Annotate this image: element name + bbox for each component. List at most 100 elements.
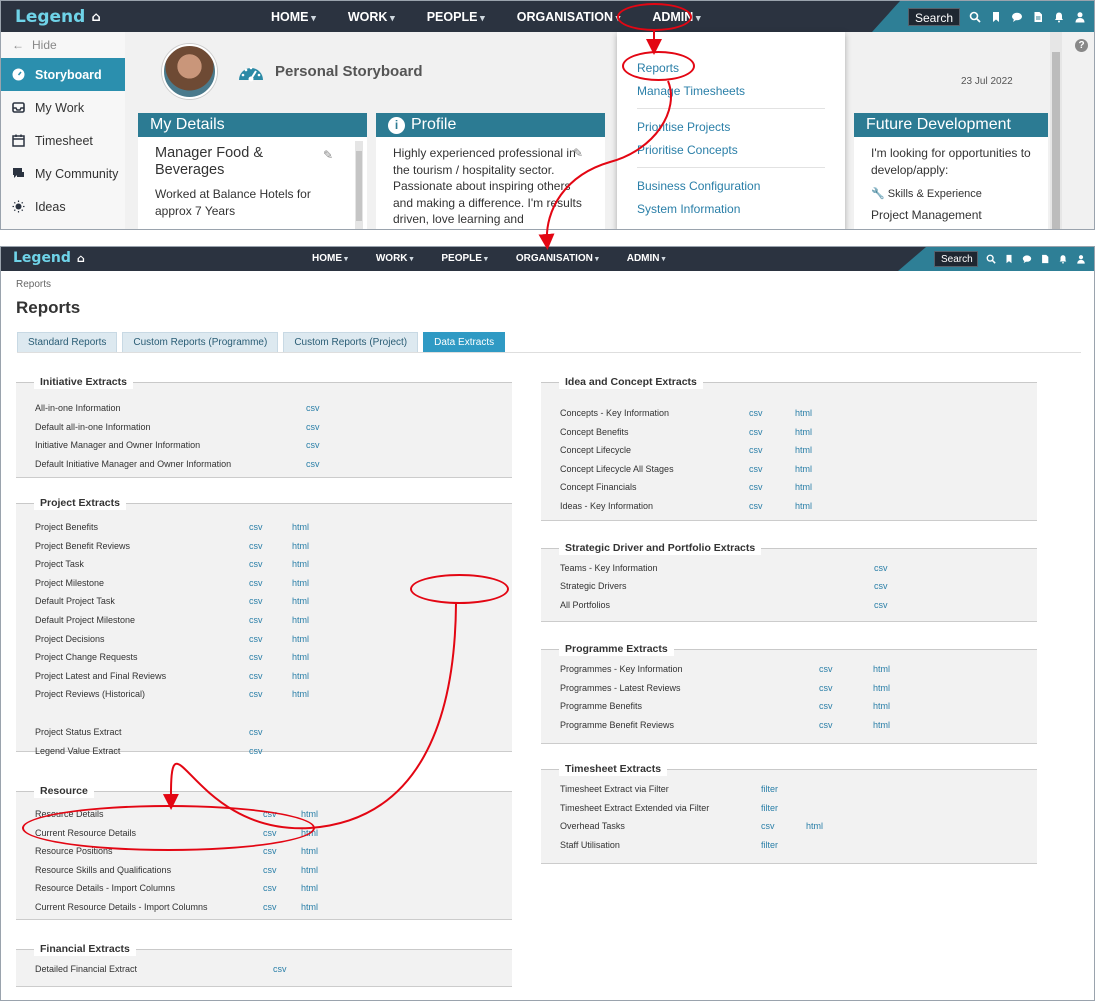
csv-link[interactable]: csv [249,744,263,758]
tab-standard-reports[interactable]: Standard Reports [17,332,118,352]
breadcrumb[interactable]: Reports [16,279,51,290]
bell-icon[interactable] [1058,254,1068,264]
html-link[interactable]: html [873,662,890,676]
csv-link[interactable]: csv [749,425,763,439]
html-link[interactable]: html [292,632,309,646]
menu-item-manage-timesheets[interactable]: Manage Timesheets [637,80,825,103]
home-icon[interactable]: ⌂ [91,10,100,25]
csv-link[interactable]: csv [249,594,263,608]
menu-admin[interactable]: ADMIN [627,253,666,264]
html-link[interactable]: html [795,462,812,476]
csv-link[interactable]: csv [749,480,763,494]
menu-item-system-information[interactable]: System Information [637,198,825,221]
html-link[interactable]: html [795,499,812,513]
chat-icon[interactable] [1022,254,1032,264]
csv-link[interactable]: csv [749,462,763,476]
html-link[interactable]: html [301,881,318,895]
csv-link[interactable]: csv [249,669,263,683]
user-icon[interactable] [1076,254,1086,264]
sidebar-item-ideas[interactable]: Ideas [1,190,125,223]
html-link[interactable]: html [873,699,890,713]
menu-item-business-configuration[interactable]: Business Configuration [637,175,825,198]
csv-link[interactable]: csv [306,438,320,452]
home-icon[interactable]: ⌂ [77,252,85,265]
html-link[interactable]: html [292,687,309,701]
html-link[interactable]: html [292,539,309,553]
csv-link[interactable]: csv [263,844,277,858]
csv-link[interactable]: csv [273,962,287,976]
search-input[interactable]: Search [908,7,960,26]
html-link[interactable]: html [301,863,318,877]
csv-link[interactable]: csv [249,557,263,571]
tab-custom-reports-project[interactable]: Custom Reports (Project) [283,332,419,352]
csv-link[interactable]: csv [749,499,763,513]
menu-people[interactable]: PEOPLE [427,10,485,24]
html-link[interactable]: html [292,613,309,627]
chat-icon[interactable] [1011,11,1023,23]
filter-link[interactable]: filter [761,801,778,815]
search-icon[interactable] [986,254,996,264]
html-link[interactable]: html [795,480,812,494]
csv-link[interactable]: csv [819,718,833,732]
html-link[interactable]: html [795,443,812,457]
html-link[interactable]: html [795,425,812,439]
page-scrollbar[interactable] [1050,32,1062,229]
html-link[interactable]: html [292,669,309,683]
search-icon[interactable] [969,11,981,23]
filter-link[interactable]: filter [761,838,778,852]
menu-organisation[interactable]: ORGANISATION [516,253,599,264]
search-input[interactable]: Search [934,251,978,267]
html-link[interactable]: html [806,819,823,833]
html-link[interactable]: html [301,844,318,858]
html-link[interactable]: html [292,557,309,571]
html-link[interactable]: html [873,718,890,732]
csv-link[interactable]: csv [249,539,263,553]
bell-icon[interactable] [1053,11,1065,23]
html-link[interactable]: html [873,681,890,695]
csv-link[interactable]: csv [306,420,320,434]
csv-link[interactable]: csv [249,520,263,534]
filter-link[interactable]: filter [761,782,778,796]
menu-item-prioritise-concepts[interactable]: Prioritise Concepts [637,139,825,162]
sidebar-item-my-work[interactable]: My Work [1,91,125,124]
menu-home[interactable]: HOME [312,253,348,264]
legend-logo[interactable]: Legend ⌂ [13,250,85,266]
html-link[interactable]: html [301,900,318,914]
csv-link[interactable]: csv [749,443,763,457]
tab-data-extracts[interactable]: Data Extracts [423,332,506,352]
csv-link[interactable]: csv [249,576,263,590]
edit-pencil-icon[interactable]: ✎ [573,146,583,160]
document-icon[interactable] [1040,254,1050,264]
csv-link[interactable]: csv [761,819,775,833]
menu-work[interactable]: WORK [348,10,395,24]
user-icon[interactable] [1074,11,1086,23]
csv-link[interactable]: csv [306,401,320,415]
csv-link[interactable]: csv [306,457,320,471]
sidebar-item-storyboard[interactable]: Storyboard [1,58,125,91]
sidebar-item-my-community[interactable]: My Community [1,157,125,190]
csv-link[interactable]: csv [819,699,833,713]
csv-link[interactable]: csv [249,650,263,664]
edit-pencil-icon[interactable]: ✎ [323,148,333,162]
tab-custom-reports-programme[interactable]: Custom Reports (Programme) [122,332,279,352]
csv-link[interactable]: csv [249,687,263,701]
menu-home[interactable]: HOME [271,10,316,24]
menu-organisation[interactable]: ORGANISATION [517,10,621,24]
legend-logo[interactable]: Legend ⌂ [15,7,101,27]
csv-link[interactable]: csv [874,561,888,575]
csv-link[interactable]: csv [249,725,263,739]
html-link[interactable]: html [292,520,309,534]
html-link[interactable]: html [292,594,309,608]
csv-link[interactable]: csv [249,613,263,627]
csv-link[interactable]: csv [249,632,263,646]
csv-link[interactable]: csv [874,598,888,612]
card-scrollbar[interactable] [355,141,363,229]
csv-link[interactable]: csv [819,681,833,695]
html-link[interactable]: html [795,406,812,420]
html-link[interactable]: html [292,650,309,664]
document-icon[interactable] [1032,11,1044,23]
sidebar-item-timesheet[interactable]: Timesheet [1,124,125,157]
bookmark-icon[interactable] [1004,254,1014,264]
csv-link[interactable]: csv [263,881,277,895]
menu-people[interactable]: PEOPLE [441,253,487,264]
